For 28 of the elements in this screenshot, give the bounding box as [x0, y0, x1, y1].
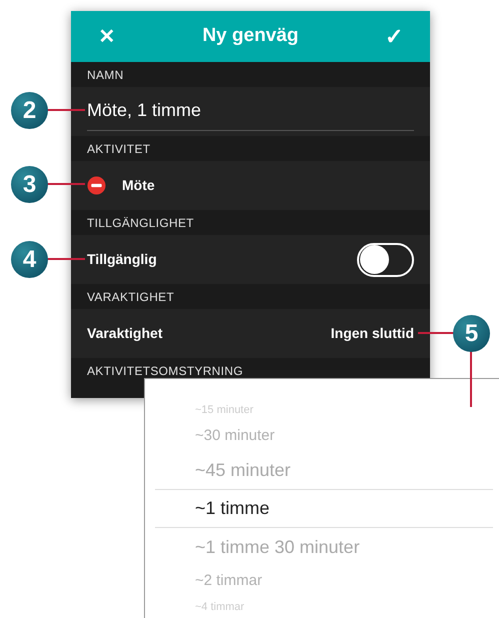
leader-line	[47, 258, 85, 260]
callout-number: 5	[453, 315, 490, 352]
callout-number: 3	[11, 166, 48, 203]
leader-line	[47, 109, 85, 111]
activity-label[interactable]: Möte	[122, 175, 155, 196]
section-heading: NAMN	[87, 66, 124, 84]
duration-label: Varaktighet	[87, 324, 164, 343]
picker-option[interactable]: ~2 timmar	[145, 566, 499, 596]
no-entry-icon	[87, 176, 106, 195]
duration-value[interactable]: Ingen sluttid	[330, 323, 414, 344]
picker-option[interactable]: ~45 minuter	[145, 451, 499, 489]
section-heading: AKTIVITET	[87, 140, 150, 158]
callout-number: 4	[11, 241, 48, 278]
picker-option[interactable]: ~30 minuter	[145, 421, 499, 451]
picker-option[interactable]: ~1 timme	[155, 489, 493, 528]
confirm-button[interactable]: ✓	[378, 20, 410, 53]
picker-option[interactable]: ~1 timme 30 minuter	[145, 528, 499, 566]
section-heading: TILLGÄNGLIGHET	[87, 214, 194, 232]
leader-line	[470, 351, 472, 407]
availability-toggle[interactable]	[357, 242, 414, 276]
callout-number: 2	[11, 92, 48, 129]
toggle-label: Tillgänglig	[87, 250, 158, 269]
leader-line	[47, 183, 85, 185]
close-button[interactable]: ✕	[91, 22, 123, 52]
section-heading: AKTIVITETSOMSTYRNING	[87, 362, 244, 380]
screen-title: Ny genväg	[202, 24, 299, 48]
leader-line	[418, 332, 454, 334]
section-heading: VARAKTIGHET	[87, 288, 174, 306]
